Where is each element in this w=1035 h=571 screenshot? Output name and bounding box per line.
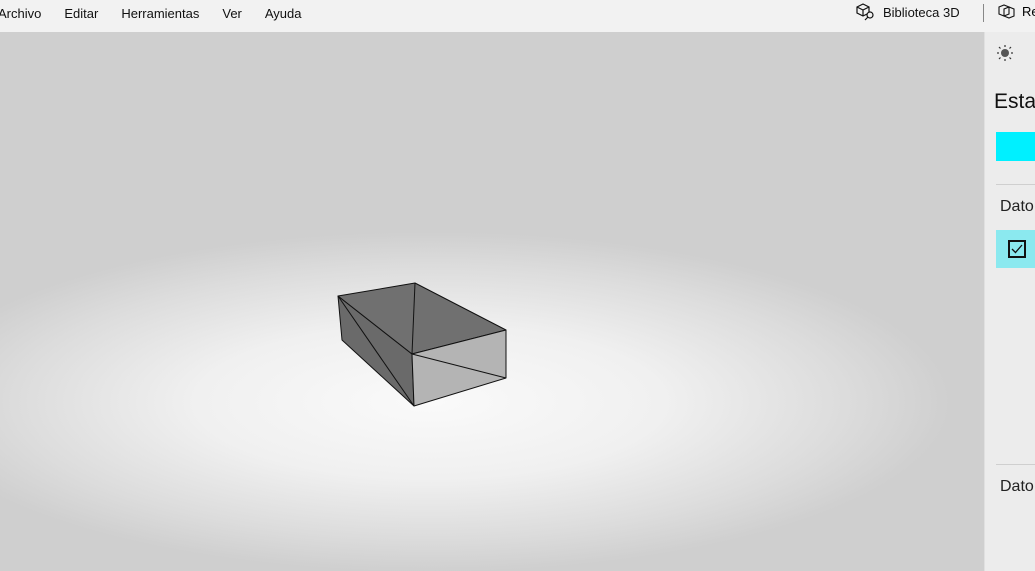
menu-herramientas[interactable]: Herramientas	[121, 6, 199, 21]
color-swatch[interactable]	[996, 132, 1035, 161]
section-label-2: Dato	[1000, 478, 1034, 495]
check-icon	[1011, 244, 1023, 254]
section-label-1: Dato	[1000, 198, 1034, 215]
library-3d-button[interactable]: Biblioteca 3D	[855, 3, 960, 21]
cubes-icon	[998, 4, 1015, 19]
checkbox-row[interactable]	[996, 230, 1035, 268]
menu-ayuda[interactable]: Ayuda	[265, 6, 302, 21]
panel-title: Estad	[994, 90, 1035, 113]
divider	[996, 184, 1035, 185]
re-label: Re	[1022, 3, 1035, 19]
3d-viewport[interactable]	[0, 32, 984, 571]
3d-box-model[interactable]	[0, 32, 984, 571]
cube-search-icon	[856, 3, 874, 21]
sun-icon[interactable]	[996, 44, 1014, 62]
properties-panel: Estad Dato Dato	[984, 32, 1035, 571]
menu-bar: Archivo Editar Herramientas Ver Ayuda Bi…	[0, 0, 1035, 32]
divider	[996, 464, 1035, 465]
menu-editar[interactable]: Editar	[64, 6, 98, 21]
menu-ver[interactable]: Ver	[222, 6, 242, 21]
toolbar-divider	[983, 4, 984, 22]
menu-archivo[interactable]: Archivo	[0, 6, 41, 21]
checkbox[interactable]	[1008, 240, 1026, 258]
library-3d-label: Biblioteca 3D	[883, 4, 960, 20]
re-button[interactable]: Re	[998, 3, 1035, 19]
